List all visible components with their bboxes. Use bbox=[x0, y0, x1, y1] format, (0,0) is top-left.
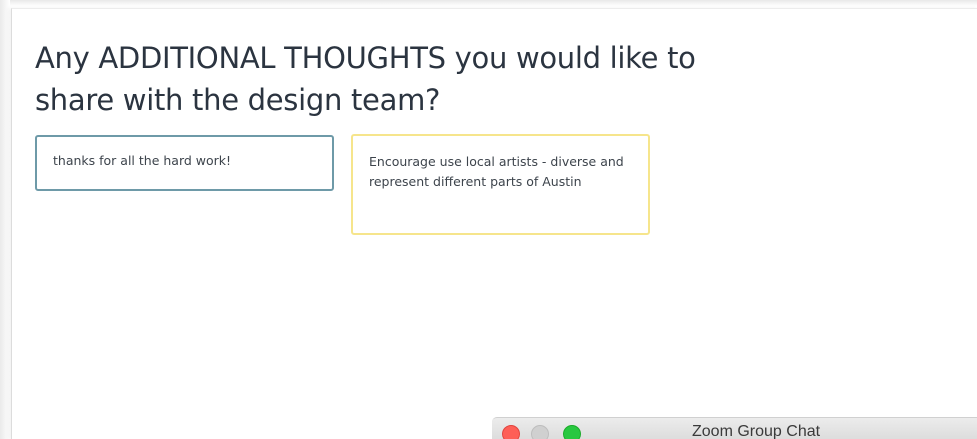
zoom-window-title: Zoom Group Chat bbox=[692, 423, 821, 439]
question-line-2: share with the design team? bbox=[35, 83, 441, 117]
response-text: thanks for all the hard work! bbox=[53, 153, 232, 168]
screen: Any ADDITIONAL THOUGHTS you would like t… bbox=[0, 0, 977, 439]
question-heading: Any ADDITIONAL THOUGHTS you would like t… bbox=[35, 37, 855, 121]
window-left-edge bbox=[0, 0, 10, 439]
minimize-traffic-light-icon[interactable] bbox=[531, 425, 549, 439]
response-card: thanks for all the hard work! bbox=[35, 135, 334, 191]
zoom-traffic-light-icon[interactable] bbox=[563, 425, 581, 439]
window-top-edge bbox=[0, 0, 977, 6]
zoom-group-chat-titlebar[interactable]: Zoom Group Chat bbox=[492, 417, 977, 439]
question-line-1: Any ADDITIONAL THOUGHTS you would like t… bbox=[35, 41, 696, 75]
close-traffic-light-icon[interactable] bbox=[502, 425, 520, 439]
presentation-slide: Any ADDITIONAL THOUGHTS you would like t… bbox=[11, 8, 977, 439]
response-text: Encourage use local artists - diverse an… bbox=[369, 154, 624, 189]
response-card: Encourage use local artists - diverse an… bbox=[351, 134, 650, 235]
